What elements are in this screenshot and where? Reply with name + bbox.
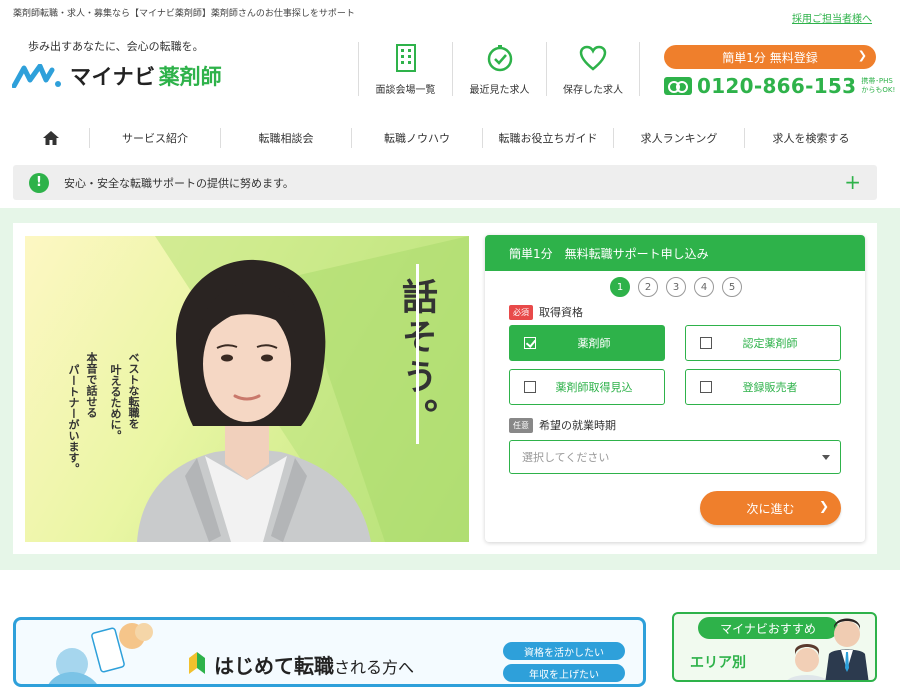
expand-plus-icon[interactable]: + <box>844 170 861 194</box>
nav-ranking[interactable]: 求人ランキング <box>613 128 744 148</box>
step-indicator: 1 2 3 4 5 <box>610 277 750 297</box>
timing-select[interactable]: 選択してください <box>509 440 841 474</box>
optional-badge: 任意 <box>509 417 533 433</box>
site-tagline: 薬剤師転職・求人・募集なら【マイナビ薬剤師】薬剤師さんのお仕事探しをサポート <box>13 9 355 19</box>
next-label: 次に進む <box>746 501 795 516</box>
freedial-icon <box>664 77 692 95</box>
checkbox-checked-icon <box>524 337 536 349</box>
option-registered-seller[interactable]: 登録販売者 <box>685 369 841 405</box>
mynavi-logo-icon <box>12 64 61 88</box>
timing-label: 希望の就業時期 <box>539 419 616 432</box>
nav-consultation[interactable]: 転職相談会 <box>220 128 351 148</box>
recruiter-link[interactable]: 採用ご担当者様へ <box>792 10 872 25</box>
logo-main-text: マイナビ <box>70 65 156 89</box>
qualification-label-row: 必須 取得資格 <box>509 304 583 320</box>
beginner-title: はじめて転職される方へ <box>214 654 415 678</box>
pill-raise-income: 年収を上げたい <box>503 664 625 682</box>
area-text: エリア別 <box>690 655 746 671</box>
catchphrase: 歩み出すあなたに、会心の転職を。 <box>28 40 204 53</box>
register-label: 簡単1分 無料登録 <box>722 50 818 65</box>
nav-guide[interactable]: 転職お役立ちガイド <box>482 128 613 148</box>
staff-illustration <box>787 618 869 680</box>
caret-down-icon <box>822 455 830 460</box>
banner-copy-line-3: 本音で話せる <box>85 352 98 418</box>
banner-copy-line-4: パートナーがいます。 <box>67 364 80 474</box>
register-button[interactable]: 簡単1分 無料登録 ❯ <box>664 45 876 69</box>
top-strip: 薬剤師転職・求人・募集なら【マイナビ薬剤師】薬剤師さんのお仕事探しをサポート 採… <box>0 0 900 26</box>
saved-jobs-link[interactable]: 保存した求人 <box>546 42 640 96</box>
nav-service-intro[interactable]: サービス紹介 <box>89 128 220 148</box>
interview-venues-link[interactable]: 面談会場一覧 <box>358 42 452 96</box>
next-button[interactable]: 次に進む ❯ <box>700 491 841 525</box>
building-icon <box>395 44 416 72</box>
site-logo[interactable]: マイナビ 薬剤師 <box>12 60 222 92</box>
home-icon <box>43 131 59 145</box>
step-4: 4 <box>694 277 714 297</box>
banner-copy-line-1: ベストな転職を <box>127 352 140 429</box>
clock-icon <box>487 45 512 72</box>
option-certified-pharmacist[interactable]: 認定薬剤師 <box>685 325 841 361</box>
recently-viewed-label: 最近見た求人 <box>469 85 530 96</box>
banner-copy-line-2: 叶えるために。 <box>109 364 122 441</box>
phone-contact[interactable]: 0120-866-153 携帯･PHS からもOK! <box>664 74 895 98</box>
step-5: 5 <box>722 277 742 297</box>
saved-jobs-label: 保存した求人 <box>563 85 623 96</box>
step-2: 2 <box>638 277 658 297</box>
logo-sub-text: 薬剤師 <box>158 65 222 89</box>
header-icon-links: 面談会場一覧 最近見た求人 保存した求人 <box>358 42 640 96</box>
timing-select-value: 選択してください <box>522 451 610 464</box>
option-pharmacist[interactable]: 薬剤師 <box>509 325 665 361</box>
form-title: 簡単1分 無料転職サポート申し込み <box>485 235 865 271</box>
notice-bar[interactable]: ! 安心・安全な転職サポートの提供に努めます。 + <box>13 165 877 200</box>
qualification-label: 取得資格 <box>539 306 583 319</box>
banner-divider <box>416 264 419 444</box>
beginner-illustration <box>48 623 153 684</box>
step-3: 3 <box>666 277 686 297</box>
phone-number: 0120-866-153 <box>697 74 857 98</box>
notice-text: 安心・安全な転職サポートの提供に努めます。 <box>64 176 294 190</box>
exclamation-icon: ! <box>29 172 49 193</box>
beginner-mark-icon <box>189 652 205 674</box>
checkbox-icon <box>524 381 536 393</box>
nav-job-search[interactable]: 求人を検索する <box>744 128 877 148</box>
beginner-banner[interactable]: はじめて転職される方へ 資格を活かしたい 年収を上げたい <box>13 617 646 687</box>
chevron-right-icon: ❯ <box>857 49 867 62</box>
hero-banner[interactable]: 話そう。 ベストな転職を 叶えるために。 本音で話せる パートナーがいます。 <box>25 236 469 542</box>
recommend-banner[interactable]: マイナビおすすめ エリア別 <box>672 612 877 682</box>
chevron-right-icon: ❯ <box>818 499 829 513</box>
phone-note: 携帯･PHS からもOK! <box>861 77 896 94</box>
global-nav: サービス紹介 転職相談会 転職ノウハウ 転職お役立ちガイド 求人ランキング 求人… <box>13 117 877 159</box>
step-1: 1 <box>610 277 630 297</box>
required-badge: 必須 <box>509 304 533 320</box>
nav-know-how[interactable]: 転職ノウハウ <box>351 128 482 148</box>
checkbox-icon <box>700 381 712 393</box>
signup-form: 簡単1分 無料転職サポート申し込み 1 2 3 4 5 必須 取得資格 薬剤師 … <box>485 235 865 542</box>
timing-label-row: 任意 希望の就業時期 <box>509 417 616 433</box>
heart-icon <box>579 45 607 71</box>
nav-home[interactable] <box>13 128 89 148</box>
pill-use-qualification: 資格を活かしたい <box>503 642 625 660</box>
checkbox-icon <box>700 337 712 349</box>
interview-venues-label: 面談会場一覧 <box>375 85 436 96</box>
option-expected-pharmacist[interactable]: 薬剤師取得見込 <box>509 369 665 405</box>
recently-viewed-link[interactable]: 最近見た求人 <box>452 42 546 96</box>
